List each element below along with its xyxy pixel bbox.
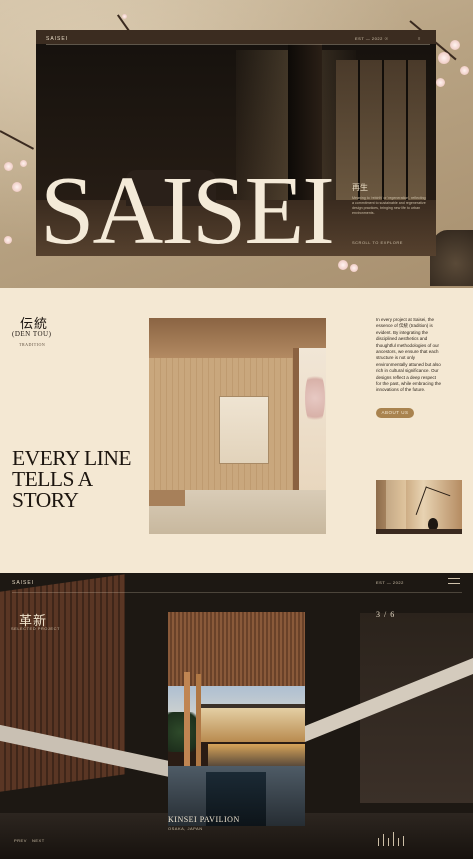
nav-divider xyxy=(12,592,462,593)
blossom xyxy=(12,182,22,192)
about-us-button[interactable]: ABOUT US xyxy=(376,408,414,418)
blossom-tree xyxy=(305,368,325,428)
menu-icon[interactable] xyxy=(448,578,460,584)
table-surface xyxy=(376,529,462,534)
hero-est-label: EST — 2022 ☉ xyxy=(355,36,389,41)
menu-icon[interactable]: ≡ xyxy=(418,36,420,41)
window-mullion xyxy=(406,60,408,200)
wood-column xyxy=(196,674,201,766)
blossom xyxy=(436,78,445,87)
hero-description: Meaning to 'rebirth' or 'regeneration', … xyxy=(352,196,426,215)
blossom xyxy=(460,66,469,75)
blossom xyxy=(338,260,348,270)
tradition-translation: TRADITION xyxy=(19,342,46,347)
project-counter: 3 / 6 xyxy=(376,610,396,619)
window-mullion xyxy=(358,60,360,200)
window-light xyxy=(386,480,406,530)
nav-divider xyxy=(46,44,430,45)
progress-bars-icon xyxy=(378,832,408,846)
blossom xyxy=(438,52,450,64)
wood-post xyxy=(293,348,299,498)
bench xyxy=(149,490,185,506)
wood-column xyxy=(184,672,190,768)
project-image[interactable] xyxy=(168,612,305,826)
project-location: OSAKA, JAPAN xyxy=(168,826,203,831)
blossom xyxy=(20,160,27,167)
prev-button[interactable]: PREV xyxy=(14,838,27,843)
reflection-pool xyxy=(208,744,305,766)
tradition-body-text: In every project at Saisei, the essence … xyxy=(376,317,442,393)
blossom xyxy=(450,40,460,50)
tradition-romaji: (DEN TOU) xyxy=(12,330,52,338)
selected-project-label: SELECTED PROJECT xyxy=(11,626,60,631)
hero-kanji: 再生 xyxy=(352,183,368,192)
interior-photo xyxy=(149,318,326,534)
blossom xyxy=(4,162,13,171)
branch-trunk xyxy=(430,230,473,286)
section-headline: EVERY LINE TELLS A STORY xyxy=(12,446,132,512)
hero-brand[interactable]: SAISEI xyxy=(46,36,68,42)
wall-artwork xyxy=(219,396,269,464)
window xyxy=(336,60,426,200)
projects-brand[interactable]: SAISEI xyxy=(12,580,34,586)
blossom xyxy=(122,14,127,19)
blossom xyxy=(350,264,358,272)
vase-thumbnail xyxy=(376,480,462,534)
projects-est-label: EST — 2022 xyxy=(376,580,404,585)
blossom xyxy=(4,236,12,244)
scroll-to-explore-link[interactable]: SCROLL TO EXPLORE xyxy=(352,240,403,245)
project-name: KINSEI PAVILION xyxy=(168,815,240,824)
next-button[interactable]: NEXT xyxy=(32,838,45,843)
pavilion-building xyxy=(198,708,305,742)
hero-title: SAISEI xyxy=(40,157,335,265)
window-mullion xyxy=(382,60,384,200)
